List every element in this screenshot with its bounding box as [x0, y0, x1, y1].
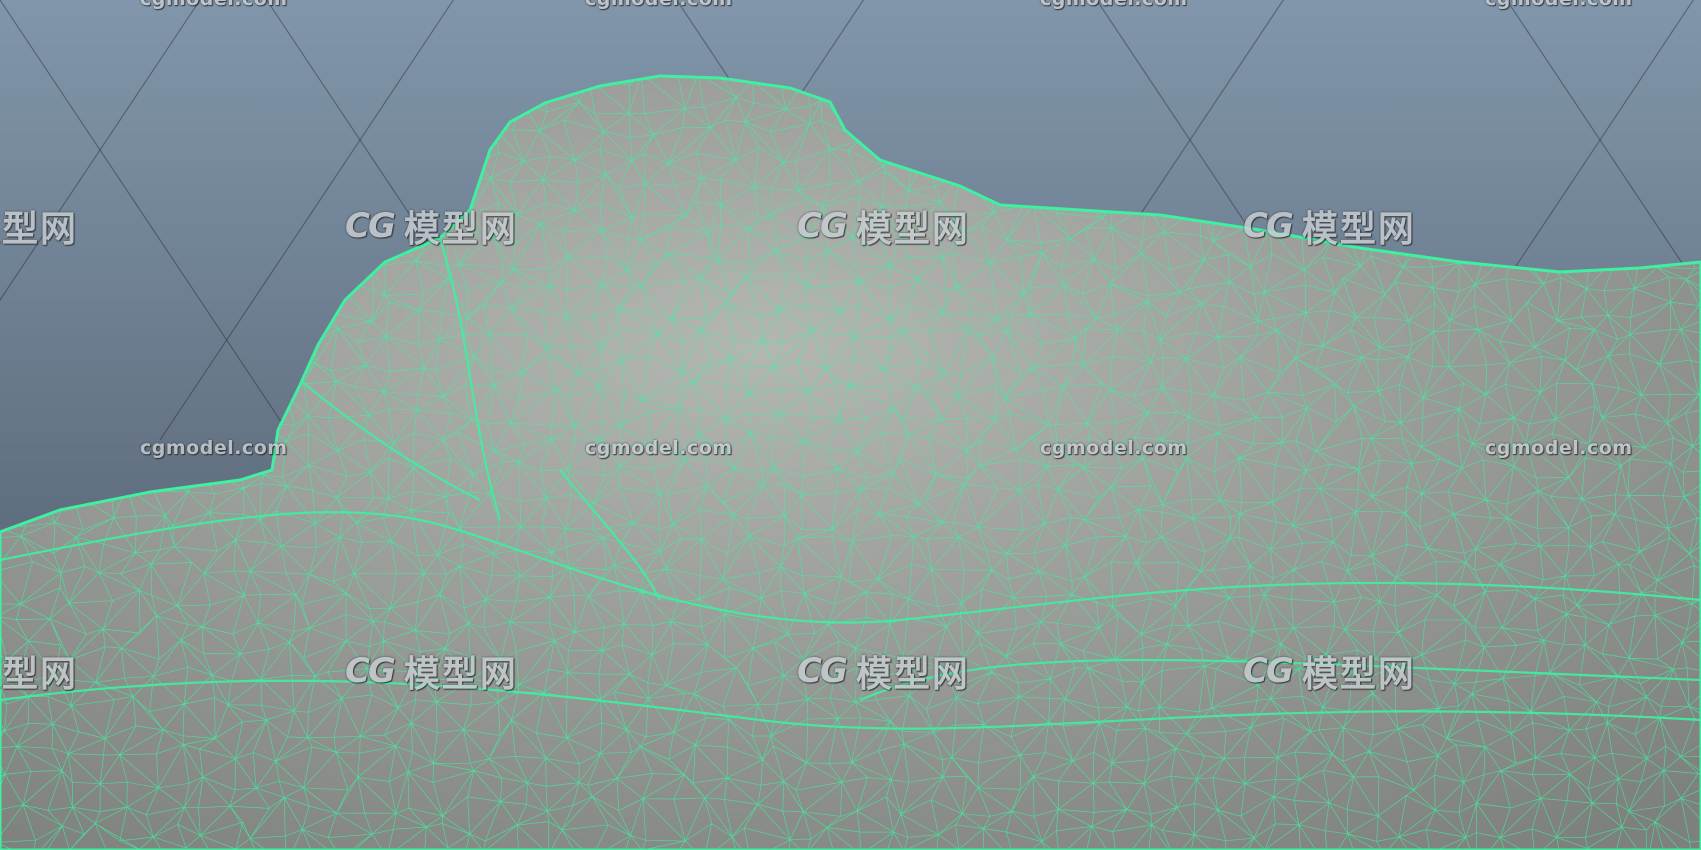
maya-viewport[interactable] — [0, 0, 1701, 850]
wireframe-rock-scene — [0, 0, 1701, 850]
